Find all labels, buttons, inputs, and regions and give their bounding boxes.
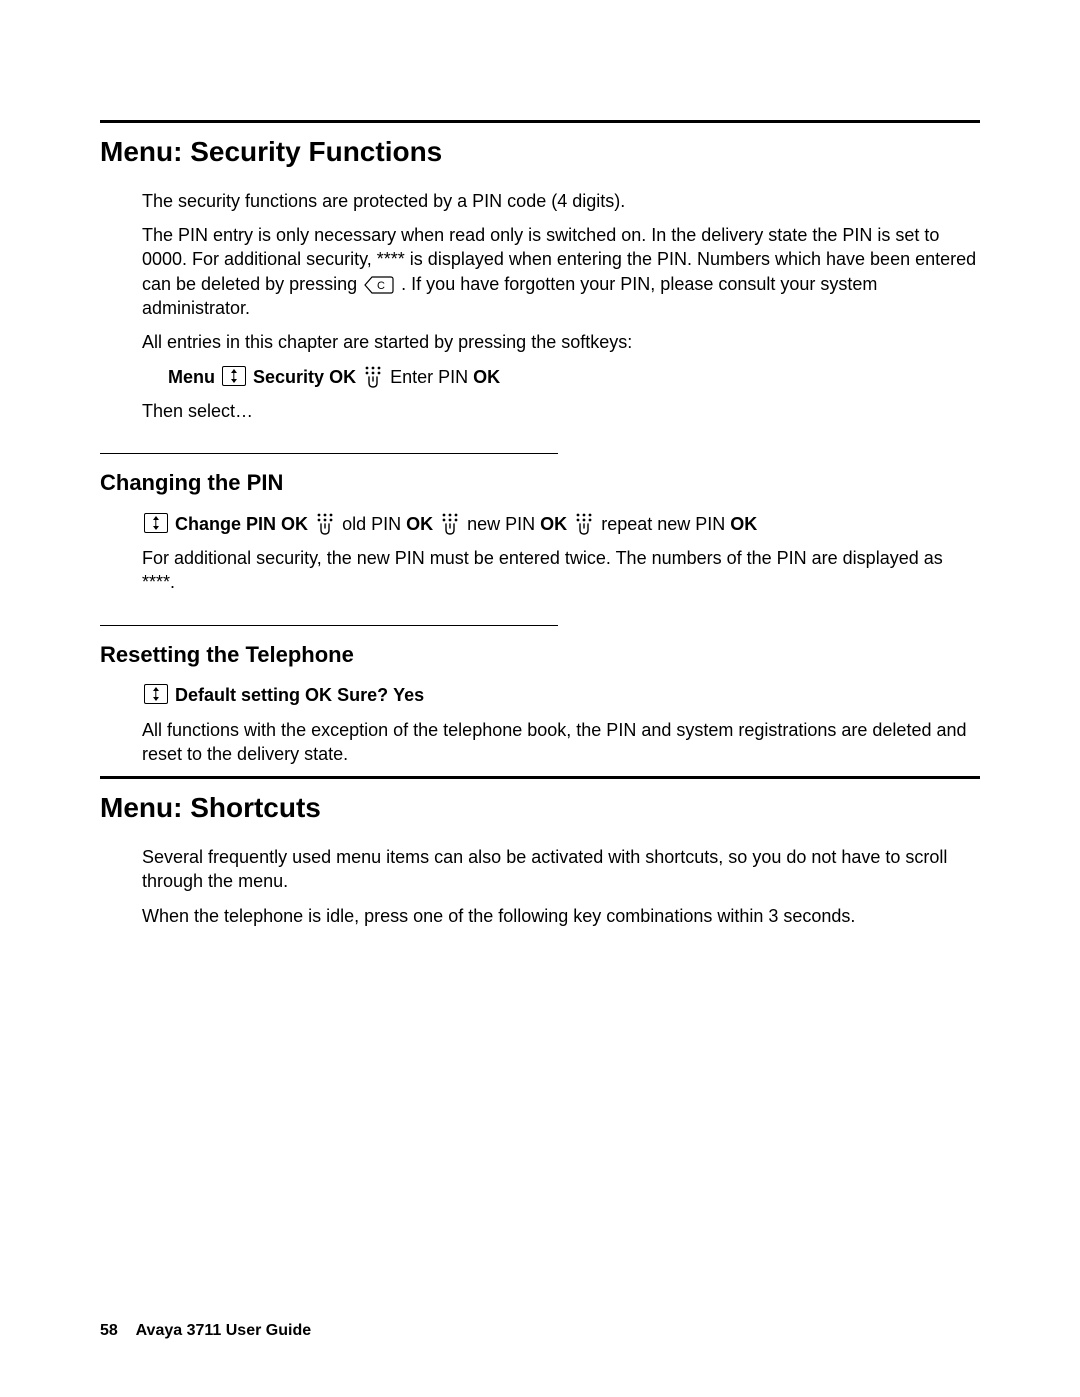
para: The security functions are protected by … xyxy=(142,189,980,213)
section1-body: The security functions are protected by … xyxy=(142,189,980,423)
nav-up-down-icon xyxy=(144,513,168,533)
doc-title: Avaya 3711 User Guide xyxy=(136,1322,312,1339)
sub1-body: Change PIN OK old PIN OK xyxy=(142,512,980,595)
label-ok: OK xyxy=(329,367,356,387)
softkey-sequence: Menu Security OK Enter PIN OK xyxy=(168,365,980,389)
keypad-icon xyxy=(315,512,335,536)
keypad-icon xyxy=(363,365,383,389)
label-ok: OK xyxy=(281,514,308,534)
para: Several frequently used menu items can a… xyxy=(142,845,980,894)
keypad-icon xyxy=(440,512,460,536)
para: When the telephone is idle, press one of… xyxy=(142,904,980,928)
heading-resetting-telephone: Resetting the Telephone xyxy=(100,640,980,670)
label-yes: Yes xyxy=(393,685,424,705)
subsection-rule xyxy=(100,453,558,454)
para: Then select… xyxy=(142,399,980,423)
label-default-setting: Default setting xyxy=(175,685,300,705)
label-ok: OK xyxy=(305,685,332,705)
para: All functions with the exception of the … xyxy=(142,718,980,767)
label-ok: OK xyxy=(730,514,757,534)
nav-up-down-icon xyxy=(222,366,246,386)
sub2-body: Default setting OK Sure? Yes All functio… xyxy=(142,683,980,766)
label-ok: OK xyxy=(540,514,567,534)
label-security: Security xyxy=(253,367,324,387)
label-sure: Sure? xyxy=(337,685,388,705)
label-old-pin: old PIN xyxy=(342,514,406,534)
para: The PIN entry is only necessary when rea… xyxy=(142,223,980,320)
heading-security-functions: Menu: Security Functions xyxy=(100,133,980,171)
para: For additional security, the new PIN mus… xyxy=(142,546,980,595)
label-repeat-pin: repeat new PIN xyxy=(601,514,730,534)
section-rule xyxy=(100,120,980,123)
section2-body: Several frequently used menu items can a… xyxy=(142,845,980,928)
nav-up-down-icon xyxy=(144,684,168,704)
heading-shortcuts: Menu: Shortcuts xyxy=(100,789,980,827)
heading-changing-pin: Changing the PIN xyxy=(100,468,980,498)
section-rule xyxy=(100,776,980,779)
label-ok: OK xyxy=(473,367,500,387)
page-number: 58 xyxy=(100,1322,118,1339)
softkey-sequence: Default setting OK Sure? Yes xyxy=(142,683,980,707)
label-change-pin: Change PIN xyxy=(175,514,276,534)
clear-key-icon: C xyxy=(364,276,394,294)
label-enter-pin: Enter PIN xyxy=(390,367,473,387)
page: Menu: Security Functions The security fu… xyxy=(0,0,1080,1397)
keypad-icon xyxy=(574,512,594,536)
softkey-sequence: Change PIN OK old PIN OK xyxy=(142,512,980,536)
subsection-rule xyxy=(100,625,558,626)
page-footer: 58 Avaya 3711 User Guide xyxy=(100,1320,311,1342)
label-menu: Menu xyxy=(168,367,215,387)
svg-text:C: C xyxy=(377,280,385,292)
para: All entries in this chapter are started … xyxy=(142,330,980,354)
label-new-pin: new PIN xyxy=(467,514,540,534)
label-ok: OK xyxy=(406,514,433,534)
